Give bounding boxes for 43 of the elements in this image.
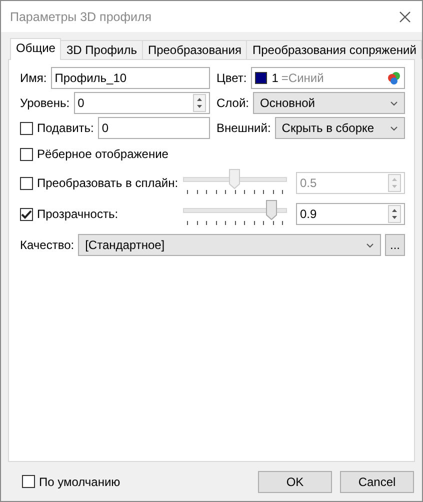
checkbox-label: По умолчанию	[39, 474, 120, 488]
close-icon[interactable]	[399, 10, 411, 22]
quality-dropdown[interactable]: [Стандартное]	[78, 234, 381, 256]
checkbox[interactable]	[22, 475, 35, 488]
slider[interactable]	[183, 202, 287, 226]
value-field[interactable]: 0.9	[296, 203, 405, 225]
chevron-icon	[366, 242, 374, 248]
ok-button[interactable]: OK	[258, 470, 332, 492]
checkbox-label: Подавить:	[37, 121, 94, 135]
tab[interactable]: Общие	[10, 38, 62, 60]
field-label: Внешний:	[216, 121, 271, 135]
tab[interactable]: 3D Профиль	[60, 40, 143, 59]
field-label: Имя:	[20, 71, 47, 85]
cancel-button[interactable]: Cancel	[340, 470, 414, 492]
tab[interactable]: Преобразования	[142, 40, 248, 59]
color-field[interactable]: 1 =Синий	[250, 67, 405, 89]
slider-thumb[interactable]	[266, 200, 277, 220]
field-label: Уровень:	[20, 96, 70, 110]
tab[interactable]: Преобразования сопряжений	[246, 40, 422, 59]
checkbox[interactable]	[20, 148, 33, 160]
checkbox-label: Преобразовать в сплайн:	[37, 176, 179, 190]
field-label: Цвет:	[216, 71, 247, 85]
level-field[interactable]: 0	[74, 92, 210, 114]
window-title: Параметры 3D профиля	[10, 10, 153, 24]
field-label: Слой:	[216, 96, 249, 110]
color-index: 1	[272, 71, 278, 85]
spin-arrows-icon[interactable]	[388, 205, 401, 223]
checkbox[interactable]	[20, 208, 33, 220]
checkbox-label: Прозрачность:	[37, 207, 120, 221]
external-dropdown[interactable]: Скрыть в сборке	[274, 117, 405, 139]
spin-arrows-icon[interactable]	[193, 94, 206, 112]
name-field[interactable]: Профиль_10	[50, 67, 210, 89]
checkbox[interactable]	[20, 122, 33, 134]
browse-button[interactable]: ...	[385, 234, 405, 256]
field-label: Качество:	[20, 238, 74, 252]
slider[interactable]	[183, 171, 287, 195]
checkbox-label: Рёберное отображение	[37, 147, 168, 161]
chevron-icon	[390, 100, 398, 106]
layer-dropdown[interactable]: Основной	[253, 92, 405, 114]
color-name: =Синий	[281, 71, 325, 85]
palette-icon[interactable]	[387, 71, 401, 85]
chevron-icon	[390, 126, 398, 130]
suppress-field[interactable]: 0	[98, 117, 210, 139]
